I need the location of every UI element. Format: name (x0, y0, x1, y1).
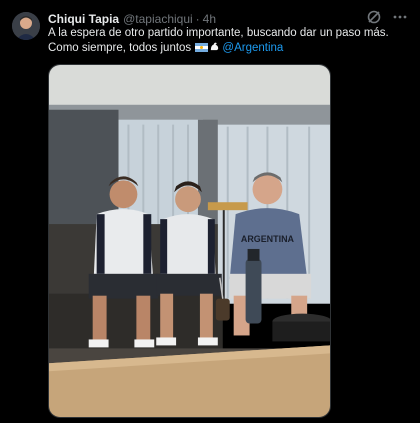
header-actions (366, 9, 408, 25)
tweet-photo[interactable]: ARGENTINA (48, 64, 331, 418)
avatar[interactable] (12, 12, 40, 40)
shirt-text: ARGENTINA (241, 234, 295, 244)
flexed-bicep-icon (211, 42, 219, 51)
user-handle[interactable]: @tapiachiqui (123, 12, 193, 26)
tweet-card: Chiqui Tapia @tapiachiqui · 4h A la espe… (0, 0, 420, 423)
timestamp[interactable]: 4h (203, 12, 216, 26)
argentina-flag-icon (195, 43, 209, 52)
more-icon[interactable] (392, 9, 408, 25)
tweet-text: A la espera de otro partido importante, … (48, 26, 408, 56)
separator-dot: · (195, 12, 200, 26)
mention-link[interactable]: @Argentina (222, 42, 283, 54)
grok-icon[interactable] (366, 9, 382, 25)
avatar-image (12, 12, 40, 40)
display-name[interactable]: Chiqui Tapia (48, 12, 119, 26)
photo-image: ARGENTINA (49, 65, 330, 417)
